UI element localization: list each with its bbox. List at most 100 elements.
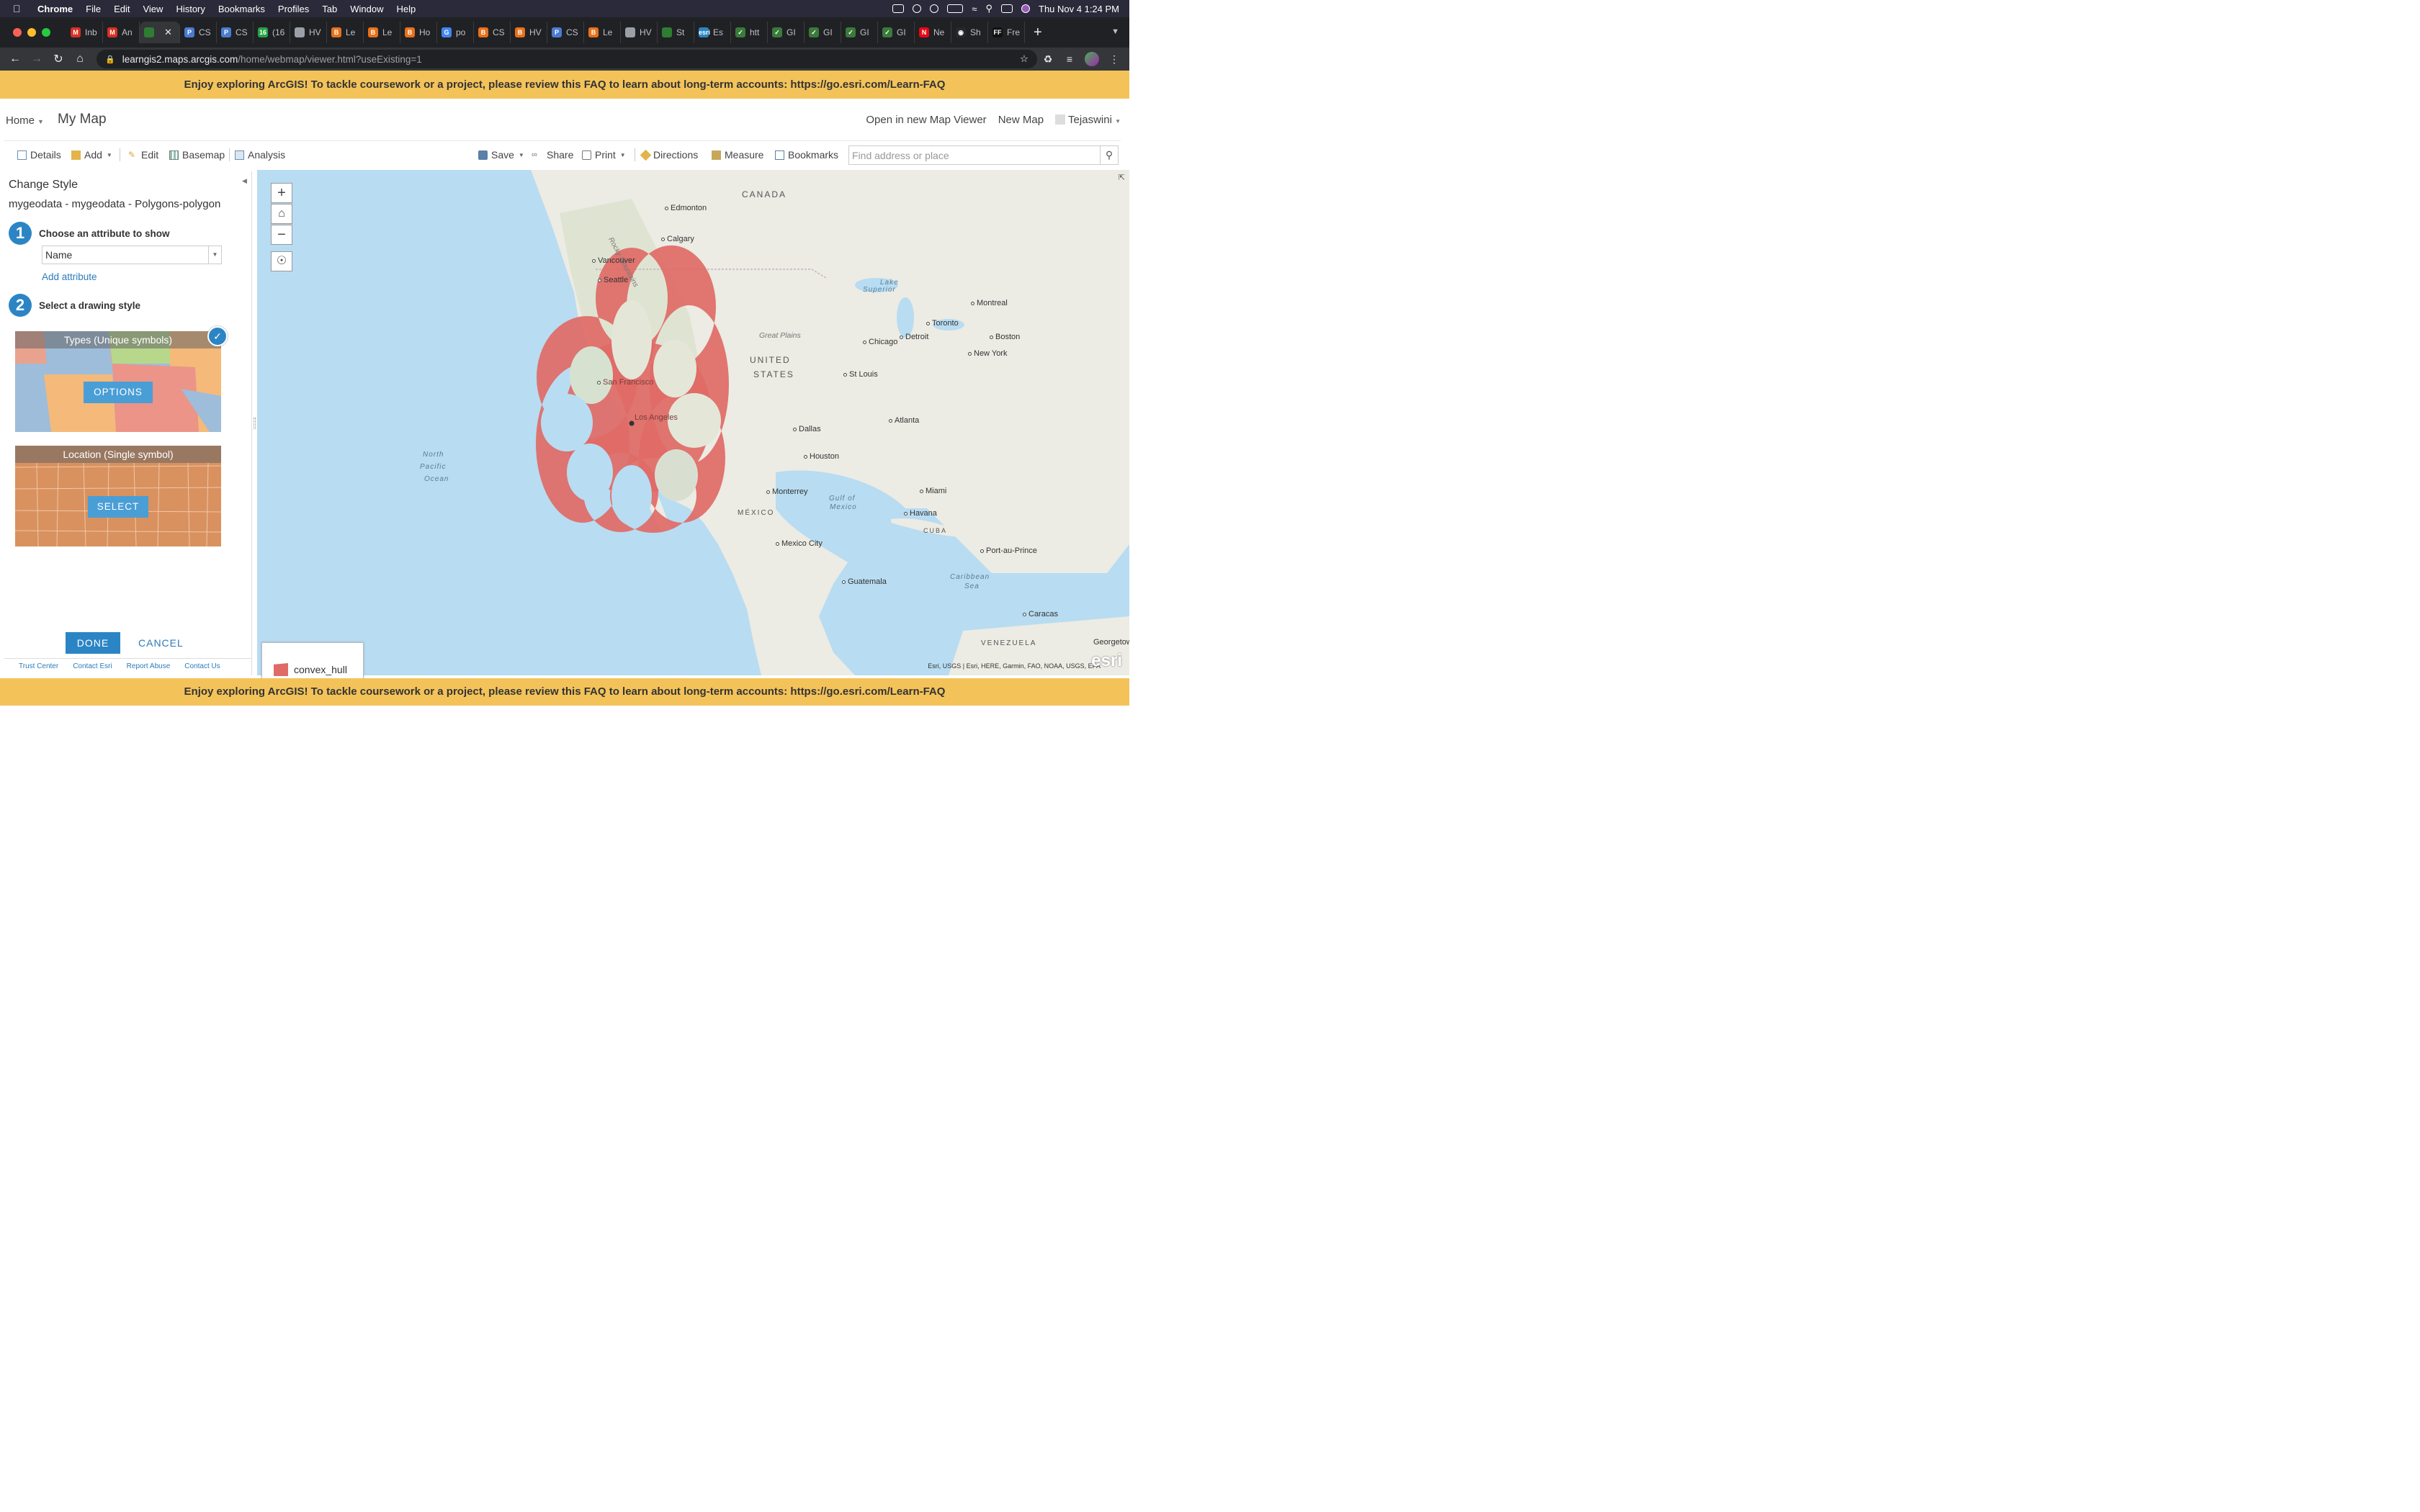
browser-tab[interactable]: 16 (16 <box>254 22 290 43</box>
details-button[interactable]: Details <box>17 149 61 161</box>
play-icon[interactable] <box>930 4 939 13</box>
open-new-map-viewer-link[interactable]: Open in new Map Viewer <box>866 114 986 126</box>
zoom-in-button[interactable]: + <box>271 183 292 203</box>
cloud-icon[interactable] <box>913 4 922 13</box>
cancel-button[interactable]: CANCEL <box>138 637 184 649</box>
trust-center-link[interactable]: Trust Center <box>19 662 58 670</box>
style-card-location[interactable]: Location (Single symbol) SELECT <box>15 446 221 546</box>
map-view[interactable]: + ⌂ − ☉ ⇱ CANADA UNITED STATES MÉXICO CU… <box>257 170 1129 675</box>
extensions-icon[interactable]: ♻ <box>1037 53 1059 66</box>
profile-avatar[interactable] <box>1085 52 1099 66</box>
battery-icon[interactable] <box>947 4 964 13</box>
home-icon[interactable]: ⌂ <box>69 53 91 66</box>
locate-me-icon[interactable]: ☉ <box>271 251 292 271</box>
window-minimize-button[interactable] <box>27 28 36 37</box>
browser-tab[interactable]: B HV <box>511 22 547 43</box>
reload-icon[interactable]: ↻ <box>48 52 69 66</box>
user-menu[interactable]: Tejaswini ▼ <box>1055 114 1121 126</box>
browser-tab[interactable]: ✓ GI <box>805 22 841 43</box>
esri-logo[interactable]: esri <box>1091 651 1122 671</box>
select-button[interactable]: SELECT <box>88 496 148 518</box>
browser-tab[interactable]: N Ne <box>915 22 951 43</box>
siri-icon[interactable] <box>1021 4 1030 13</box>
browser-tab[interactable]: B Ho <box>400 22 437 43</box>
zoom-out-button[interactable]: − <box>271 225 292 245</box>
browser-tab[interactable]: ✕ <box>140 22 180 43</box>
print-button[interactable]: Print ▼ <box>582 149 626 161</box>
add-attribute-link[interactable]: Add attribute <box>42 271 97 282</box>
menu-bookmarks[interactable]: Bookmarks <box>218 4 265 14</box>
add-button[interactable]: Add ▼ <box>71 149 112 161</box>
map-title[interactable]: My Map <box>58 112 107 127</box>
done-button[interactable]: DONE <box>66 632 120 654</box>
browser-tab[interactable]: ✓ GI <box>878 22 915 43</box>
menu-history[interactable]: History <box>176 4 205 14</box>
share-button[interactable]: ∞ Share <box>532 149 573 161</box>
browser-tab[interactable]: St <box>658 22 694 43</box>
browser-tab[interactable]: B CS <box>474 22 511 43</box>
browser-tab[interactable]: FF Fre <box>988 22 1025 43</box>
faq-banner-top[interactable]: Enjoy exploring ArcGIS! To tackle course… <box>0 71 1129 99</box>
new-map-link[interactable]: New Map <box>998 114 1044 126</box>
find-address-input[interactable]: Find address or place <box>848 145 1101 165</box>
save-button[interactable]: Save ▼ <box>478 149 524 161</box>
address-bar[interactable]: 🔒 learngis2.maps.arcgis.com/home/webmap/… <box>97 50 1037 68</box>
apple-icon[interactable]:  <box>13 3 27 14</box>
faq-banner-bottom[interactable]: Enjoy exploring ArcGIS! To tackle course… <box>0 678 1129 706</box>
browser-tab[interactable]: HV <box>290 22 327 43</box>
control-center-icon[interactable] <box>1001 4 1013 13</box>
chrome-menu-icon[interactable]: ⋮ <box>1103 53 1125 66</box>
menu-edit[interactable]: Edit <box>114 4 130 14</box>
collapse-panel-icon[interactable]: ◀ <box>242 177 247 185</box>
browser-tab[interactable]: ✓ htt <box>731 22 768 43</box>
style-card-types[interactable]: Types (Unique symbols) OPTIONS <box>15 331 221 432</box>
home-menu[interactable]: Home ▼ <box>6 114 44 127</box>
menu-file[interactable]: File <box>86 4 101 14</box>
browser-tab[interactable]: Gpo <box>437 22 474 43</box>
spotlight-search-icon[interactable]: ⚲ <box>985 3 992 14</box>
browser-tab[interactable]: ✓ GI <box>768 22 805 43</box>
close-tab-icon[interactable]: ✕ <box>164 27 172 38</box>
browser-tab[interactable]: ◉ Sh <box>951 22 988 43</box>
contact-us-link[interactable]: Contact Us <box>184 662 220 670</box>
browser-tab[interactable]: ✓ GI <box>841 22 878 43</box>
edit-button[interactable]: ✎ Edit <box>128 149 158 161</box>
reading-list-icon[interactable]: ≡ <box>1059 53 1080 65</box>
browser-tab[interactable]: esri Es <box>694 22 731 43</box>
screen-record-icon[interactable] <box>892 4 905 13</box>
tab-search-icon[interactable]: ▼ <box>1111 27 1119 36</box>
panel-resize-handle[interactable] <box>254 418 256 429</box>
menu-tab[interactable]: Tab <box>322 4 337 14</box>
report-abuse-link[interactable]: Report Abuse <box>127 662 171 670</box>
window-close-button[interactable] <box>13 28 22 37</box>
browser-tab[interactable]: B Le <box>584 22 621 43</box>
browser-tab[interactable]: M Inb <box>66 22 103 43</box>
forward-icon[interactable]: → <box>26 53 48 66</box>
menu-clock[interactable]: Thu Nov 4 1:24 PM <box>1039 4 1119 14</box>
browser-tab[interactable]: M An <box>103 22 140 43</box>
browser-tab[interactable]: P CS <box>217 22 254 43</box>
browser-tab[interactable]: B Le <box>327 22 364 43</box>
menu-view[interactable]: View <box>143 4 163 14</box>
menu-app-name[interactable]: Chrome <box>37 4 73 14</box>
default-extent-home-icon[interactable]: ⌂ <box>271 204 292 224</box>
map-attribution[interactable]: Esri, USGS | Esri, HERE, Garmin, FAO, NO… <box>928 662 1101 670</box>
browser-tab[interactable]: HV <box>621 22 658 43</box>
measure-button[interactable]: Measure <box>712 149 763 161</box>
expand-map-icon[interactable]: ⇱ <box>1119 173 1125 182</box>
new-tab-button[interactable]: + <box>1034 24 1042 41</box>
wifi-icon[interactable]: ≈ <box>972 4 977 14</box>
browser-tab[interactable]: B Le <box>364 22 400 43</box>
menu-window[interactable]: Window <box>350 4 383 14</box>
basemap-button[interactable]: Basemap <box>169 149 225 161</box>
contact-esri-link[interactable]: Contact Esri <box>73 662 112 670</box>
bookmarks-button[interactable]: Bookmarks <box>775 149 838 161</box>
window-zoom-button[interactable] <box>42 28 50 37</box>
menu-profiles[interactable]: Profiles <box>278 4 309 14</box>
back-icon[interactable]: ← <box>4 53 26 66</box>
browser-tab[interactable]: P CS <box>547 22 584 43</box>
menu-help[interactable]: Help <box>397 4 416 14</box>
directions-button[interactable]: Directions <box>640 149 698 161</box>
chevron-down-icon[interactable]: ▼ <box>208 246 221 264</box>
attribute-select[interactable]: Name ▼ <box>42 246 222 264</box>
